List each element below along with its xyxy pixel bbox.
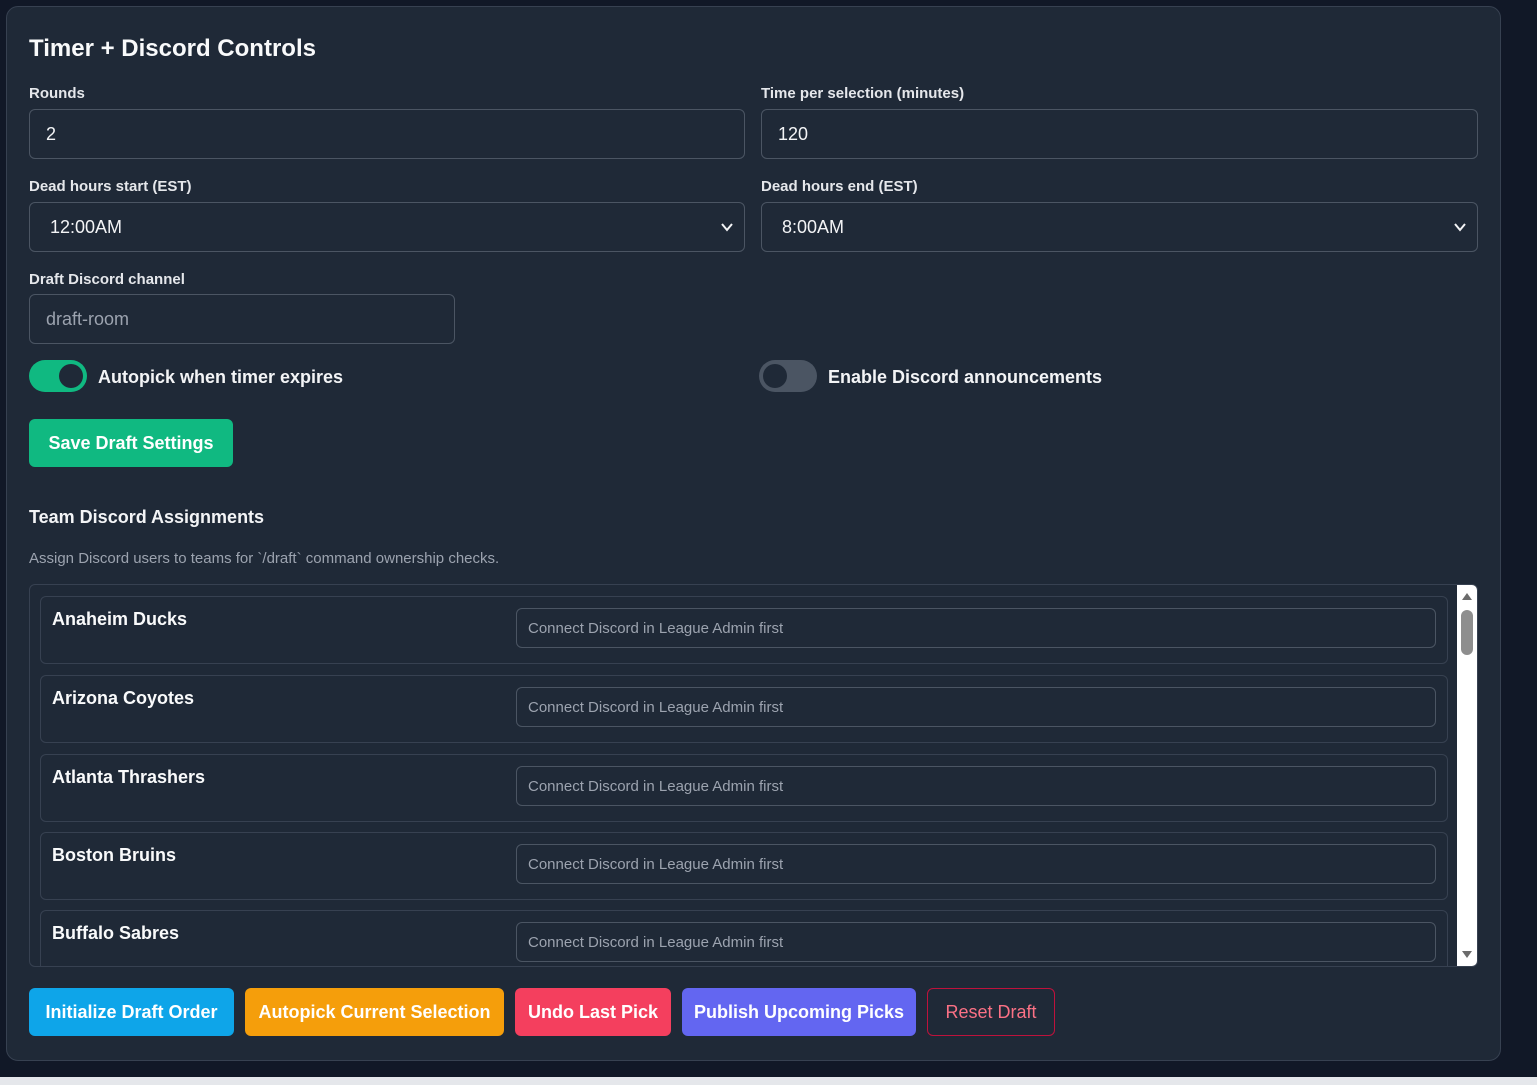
initialize-draft-order-button[interactable]: Initialize Draft Order <box>29 988 234 1036</box>
team-name: Arizona Coyotes <box>52 688 195 708</box>
time-per-selection-input[interactable]: 120 <box>761 109 1478 159</box>
time-per-selection-label: Time per selection (minutes) <box>761 85 965 102</box>
publish-upcoming-picks-button[interactable]: Publish Upcoming Picks <box>682 988 916 1036</box>
toggle-knob <box>763 364 787 388</box>
discord-user-placeholder: Connect Discord in League Admin first <box>528 698 784 716</box>
team-name: Buffalo Sabres <box>52 923 180 943</box>
autopick-current-selection-button[interactable]: Autopick Current Selection <box>245 988 504 1036</box>
team-name: Anaheim Ducks <box>52 609 188 629</box>
page-bottom-edge <box>0 1077 1537 1085</box>
chevron-down-icon <box>1454 223 1466 232</box>
time-per-selection-value: 120 <box>778 123 809 144</box>
save-draft-settings-button[interactable]: Save Draft Settings <box>29 419 233 467</box>
panel-title: Timer + Discord Controls <box>29 35 316 62</box>
scrollbar[interactable] <box>1457 585 1477 966</box>
scroll-down-arrow-icon[interactable] <box>1461 950 1473 960</box>
team-assignments-list[interactable]: Anaheim Ducks Connect Discord in League … <box>29 584 1478 967</box>
discord-user-placeholder: Connect Discord in League Admin first <box>528 619 784 637</box>
toggle-knob <box>59 364 83 388</box>
rounds-label: Rounds <box>29 85 85 102</box>
discord-user-placeholder: Connect Discord in League Admin first <box>528 777 784 795</box>
discord-user-input[interactable]: Connect Discord in League Admin first <box>516 608 1436 648</box>
discord-announcements-toggle[interactable] <box>759 360 817 392</box>
chevron-down-icon <box>721 223 733 232</box>
team-name: Atlanta Thrashers <box>52 767 206 787</box>
team-name: Boston Bruins <box>52 845 176 865</box>
discord-user-input[interactable]: Connect Discord in League Admin first <box>516 844 1436 884</box>
team-assignments-title: Team Discord Assignments <box>29 507 265 527</box>
dead-hours-end-select[interactable]: 8:00AM <box>761 202 1478 252</box>
discord-announcements-label: Enable Discord announcements <box>828 367 1103 387</box>
autopick-toggle[interactable] <box>29 360 87 392</box>
autopick-toggle-label: Autopick when timer expires <box>98 367 344 387</box>
team-row: Boston Bruins Connect Discord in League … <box>40 832 1448 900</box>
discord-channel-placeholder: draft-room <box>46 308 130 329</box>
discord-channel-label: Draft Discord channel <box>29 271 185 288</box>
discord-user-input[interactable]: Connect Discord in League Admin first <box>516 922 1436 962</box>
dead-hours-start-value: 12:00AM <box>50 216 123 237</box>
reset-draft-button[interactable]: Reset Draft <box>927 988 1055 1036</box>
rounds-input[interactable]: 2 <box>29 109 745 159</box>
scroll-up-arrow-icon[interactable] <box>1461 591 1473 601</box>
draft-controls-panel: Timer + Discord Controls Rounds 2 Time p… <box>6 6 1501 1061</box>
team-assignments-description: Assign Discord users to teams for `/draf… <box>29 550 500 567</box>
team-row: Buffalo Sabres Connect Discord in League… <box>40 910 1448 966</box>
discord-user-input[interactable]: Connect Discord in League Admin first <box>516 687 1436 727</box>
dead-hours-end-label: Dead hours end (EST) <box>761 178 918 195</box>
rounds-value: 2 <box>46 123 57 144</box>
dead-hours-start-label: Dead hours start (EST) <box>29 178 192 195</box>
undo-last-pick-button[interactable]: Undo Last Pick <box>515 988 671 1036</box>
scroll-thumb[interactable] <box>1461 610 1473 655</box>
discord-user-input[interactable]: Connect Discord in League Admin first <box>516 766 1436 806</box>
discord-user-placeholder: Connect Discord in League Admin first <box>528 855 784 873</box>
team-row: Anaheim Ducks Connect Discord in League … <box>40 596 1448 664</box>
discord-channel-input[interactable]: draft-room <box>29 294 455 344</box>
team-row: Atlanta Thrashers Connect Discord in Lea… <box>40 754 1448 822</box>
dead-hours-start-select[interactable]: 12:00AM <box>29 202 745 252</box>
team-row: Arizona Coyotes Connect Discord in Leagu… <box>40 675 1448 743</box>
discord-user-placeholder: Connect Discord in League Admin first <box>528 933 784 951</box>
dead-hours-end-value: 8:00AM <box>782 216 845 237</box>
